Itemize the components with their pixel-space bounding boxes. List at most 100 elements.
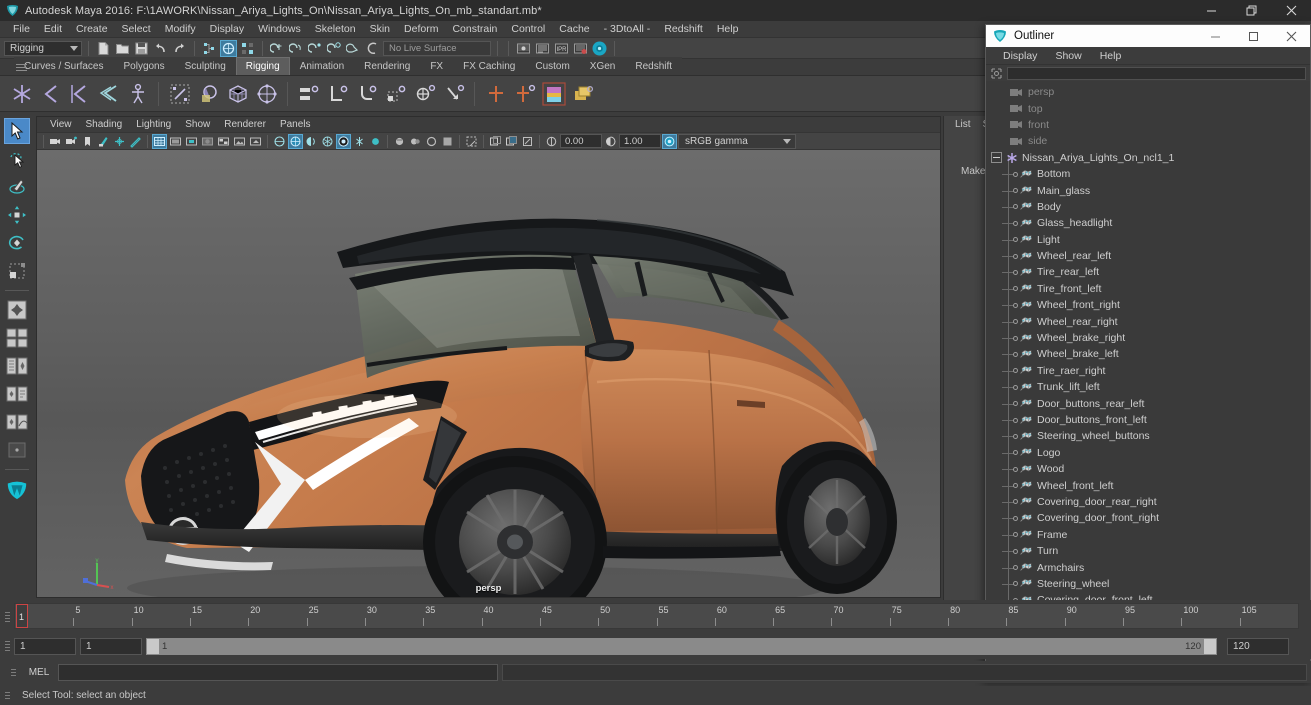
menu-deform[interactable]: Deform	[397, 21, 445, 38]
outliner-item-side[interactable]: side	[986, 133, 1310, 149]
gamma-field[interactable]: 1.00	[619, 134, 661, 148]
menu-cache[interactable]: Cache	[552, 21, 596, 38]
shelf-tab-polygons[interactable]: Polygons	[113, 57, 175, 75]
shelf-tab-rendering[interactable]: Rendering	[354, 57, 421, 75]
viewport-menu-shading[interactable]: Shading	[79, 117, 130, 132]
range-slider[interactable]: 1 120	[146, 637, 1217, 655]
smooth-shade-selected-icon[interactable]	[184, 134, 199, 149]
close-icon[interactable]	[1272, 25, 1310, 47]
snap-to-point-icon[interactable]	[307, 40, 324, 57]
grid-icon[interactable]	[464, 134, 479, 149]
outliner-item-front[interactable]: front	[986, 117, 1310, 133]
bookmark-icon[interactable]	[80, 134, 95, 149]
color-management-icon[interactable]	[662, 133, 677, 149]
shelf-tab-curves-surfaces[interactable]: Curves / Surfaces	[14, 57, 114, 75]
viewport-menu-view[interactable]: View	[43, 117, 79, 132]
scale-constraint-icon[interactable]	[382, 79, 409, 109]
menu-set-selector[interactable]: Rigging	[4, 40, 82, 56]
wrap-deformer-icon[interactable]	[253, 79, 280, 109]
resolution-gate-icon[interactable]	[504, 134, 519, 149]
outliner-item-door_buttons_rear_left[interactable]: Door_buttons_rear_left	[986, 395, 1310, 411]
outliner-item-steering_wheel_buttons[interactable]: Steering_wheel_buttons	[986, 428, 1310, 444]
snap-to-curve-icon[interactable]	[288, 40, 305, 57]
outliner-item-wheel_rear_left[interactable]: Wheel_rear_left	[986, 248, 1310, 264]
select-tool[interactable]	[3, 118, 30, 144]
menu-windows[interactable]: Windows	[251, 21, 308, 38]
outliner-item-tire_rear_left[interactable]: Tire_rear_left	[986, 264, 1310, 280]
render-view-icon[interactable]	[591, 40, 608, 57]
menu-file[interactable]: File	[6, 21, 37, 38]
image-plane-icon[interactable]	[96, 134, 111, 149]
exposure-control-icon[interactable]	[544, 134, 559, 149]
shelf-tab-fx[interactable]: FX	[420, 57, 454, 75]
persp-graph-layout[interactable]	[4, 409, 30, 435]
menu-skin[interactable]: Skin	[363, 21, 397, 38]
exposure-field[interactable]: 0.00	[560, 134, 602, 148]
aim-constraint-icon[interactable]	[411, 79, 438, 109]
minimize-icon[interactable]	[1196, 25, 1234, 47]
viewport-menu-renderer[interactable]: Renderer	[217, 117, 273, 132]
screen-space-ao-icon[interactable]	[288, 133, 303, 149]
outliner-item-root-group[interactable]: Nissan_Ariya_Lights_On_ncl1_1	[986, 150, 1310, 166]
make-live-icon[interactable]	[364, 40, 381, 57]
channel-box-menu-list[interactable]: List	[950, 119, 976, 130]
shelf-tab-rigging[interactable]: Rigging	[235, 57, 290, 75]
command-language-label[interactable]: MEL	[24, 667, 54, 678]
outliner-item-wheel_brake_right[interactable]: Wheel_brake_right	[986, 330, 1310, 346]
shelf-tab-sculpting[interactable]: Sculpting	[174, 57, 236, 75]
exposure-icon[interactable]	[424, 134, 439, 149]
range-handle-left[interactable]	[147, 638, 159, 654]
mirror-joint-icon[interactable]	[66, 79, 93, 109]
shelf-tab-redshift[interactable]: Redshift	[625, 57, 683, 75]
paint-select-tool[interactable]	[4, 174, 30, 200]
outliner-item-armchairs[interactable]: Armchairs	[986, 559, 1310, 575]
snap-to-grid-icon[interactable]	[269, 40, 286, 57]
move-tool[interactable]	[4, 202, 30, 228]
snap-to-view-plane-icon[interactable]	[345, 40, 362, 57]
xray-icon[interactable]	[368, 134, 383, 149]
outliner-item-covering_door_rear_right[interactable]: Covering_door_rear_right	[986, 494, 1310, 510]
pole-vector-icon[interactable]	[440, 79, 467, 109]
show-hide-editor-icon[interactable]	[515, 40, 532, 57]
outliner-menu-display[interactable]: Display	[994, 47, 1046, 65]
shelf-grip-icon[interactable]	[16, 64, 27, 71]
outliner-item-wheel_front_right[interactable]: Wheel_front_right	[986, 297, 1310, 313]
select-by-component-icon[interactable]	[239, 40, 256, 57]
smooth-shade-all-icon[interactable]	[168, 134, 183, 149]
time-slider[interactable]: 1 5 10 15 20 25 30 35 40 45 50 55 60 65 70 75 80 85 90 95 1…	[14, 603, 1299, 629]
four-view-layout[interactable]	[4, 297, 30, 323]
outliner-item-bottom[interactable]: Bottom	[986, 166, 1310, 182]
time-slider-grip[interactable]	[0, 600, 14, 633]
outliner-item-body[interactable]: Body	[986, 199, 1310, 215]
outliner-item-main_glass[interactable]: Main_glass	[986, 182, 1310, 198]
outliner-item-tire_raer_right[interactable]: Tire_raer_right	[986, 363, 1310, 379]
create-joint-icon[interactable]	[8, 79, 35, 109]
menu-control[interactable]: Control	[504, 21, 552, 38]
outliner-persp-layout[interactable]	[4, 437, 30, 463]
parent-constraint-icon[interactable]	[295, 79, 322, 109]
bind-skin-icon[interactable]	[166, 79, 193, 109]
lock-camera-icon[interactable]	[64, 134, 79, 149]
outliner-item-trunk_lift_left[interactable]: Trunk_lift_left	[986, 379, 1310, 395]
range-start-field[interactable]: 1	[14, 637, 76, 655]
xray-active-components-icon[interactable]	[408, 134, 423, 149]
isolate-select-icon[interactable]	[352, 134, 367, 149]
orient-constraint-icon[interactable]	[353, 79, 380, 109]
menu-help[interactable]: Help	[710, 21, 746, 38]
rotate-tool[interactable]	[4, 230, 30, 256]
hypergraph-layout[interactable]	[4, 381, 30, 407]
live-surface-field[interactable]: No Live Surface	[383, 40, 491, 56]
close-icon[interactable]	[1271, 0, 1311, 21]
menu-edit[interactable]: Edit	[37, 21, 69, 38]
command-input[interactable]	[58, 663, 498, 681]
tool-settings-icon[interactable]: IPR	[553, 40, 570, 57]
two-panes-layout[interactable]	[4, 325, 30, 351]
select-camera-icon[interactable]	[48, 134, 63, 149]
color-management-selector[interactable]: sRGB gamma	[678, 133, 796, 149]
shelf-tab-fx-caching[interactable]: FX Caching	[453, 57, 526, 75]
channel-box-icon[interactable]	[572, 40, 589, 57]
viewport-menu-lighting[interactable]: Lighting	[129, 117, 178, 132]
lasso-select-tool[interactable]	[4, 146, 30, 172]
exposure-reset-icon[interactable]	[520, 134, 535, 149]
menu-skeleton[interactable]: Skeleton	[308, 21, 363, 38]
